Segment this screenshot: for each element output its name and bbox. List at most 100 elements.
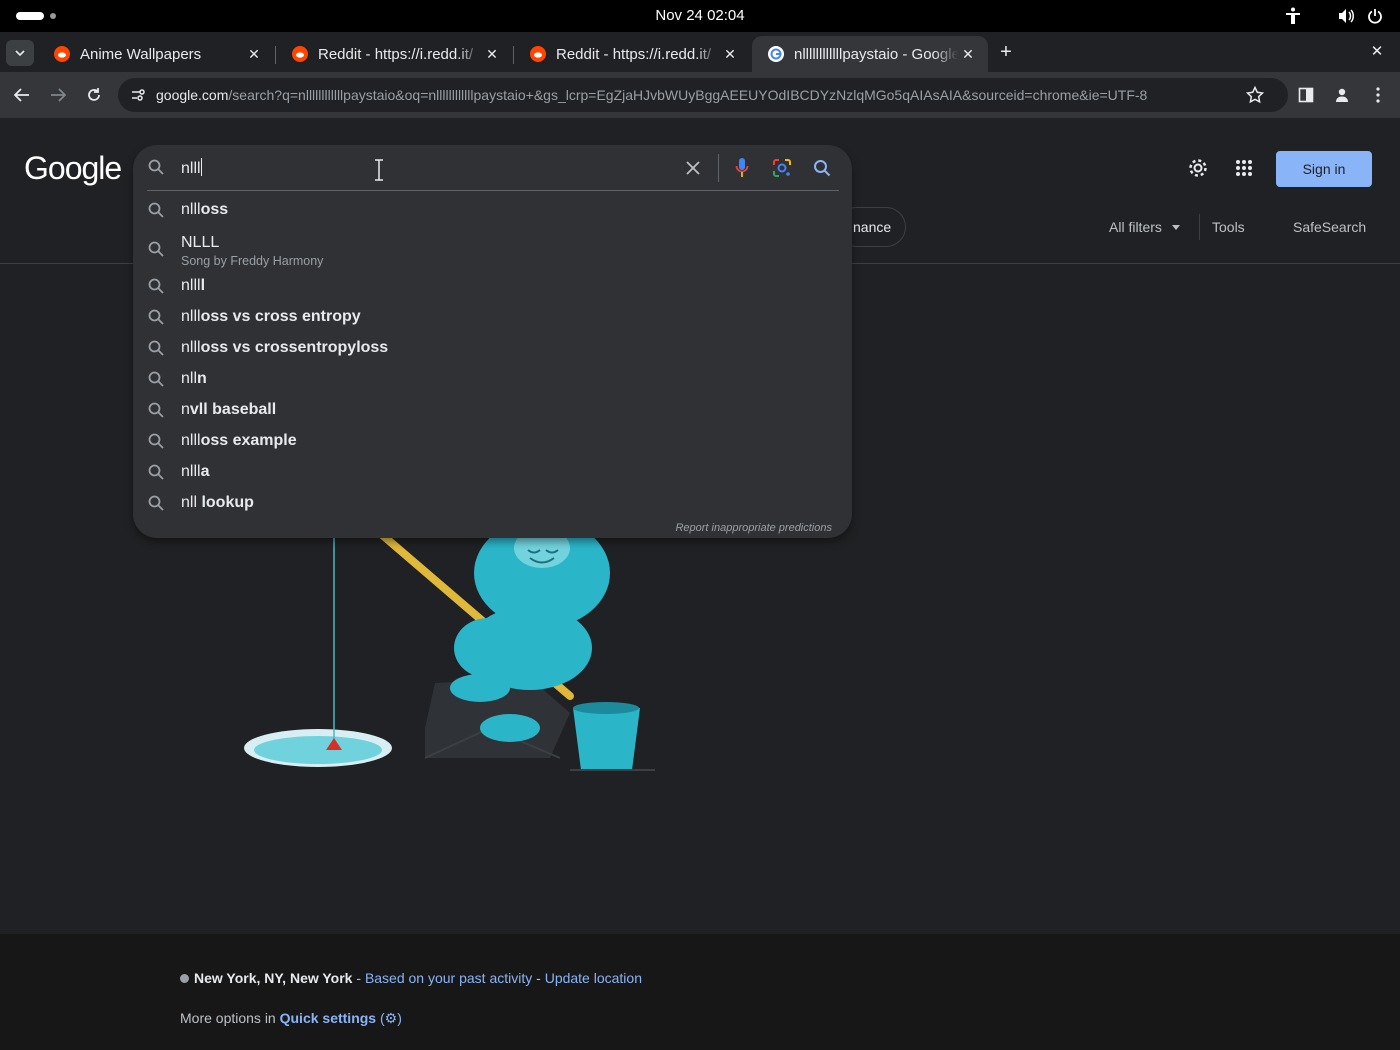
settings-gear-icon[interactable] <box>1186 156 1210 180</box>
suggestion-item[interactable]: NLLL Song by Freddy Harmony <box>133 233 852 273</box>
suggestion-item[interactable]: nlln <box>133 363 852 394</box>
search-icon <box>148 241 164 257</box>
location-dot-icon <box>180 974 189 983</box>
sign-in-button[interactable]: Sign in <box>1276 151 1372 187</box>
person-icon <box>1336 88 1348 102</box>
page-footer: New York, NY, New York - Based on your p… <box>0 934 1400 1050</box>
side-panel-icon <box>1298 87 1314 103</box>
reload-icon <box>88 88 100 101</box>
search-icon <box>148 402 164 418</box>
reddit-icon <box>54 46 70 62</box>
search-autocomplete: nlll nllloss NLLL Song by Freddy Harmony nl… <box>133 145 852 538</box>
search-input[interactable]: nlll <box>181 158 202 178</box>
search-icon <box>148 159 164 180</box>
suggestion-text: nllloss <box>181 201 229 218</box>
back-button[interactable] <box>9 82 35 108</box>
power-icon[interactable] <box>1365 6 1385 26</box>
caret-down-icon <box>1171 225 1180 230</box>
safesearch-button[interactable]: SafeSearch <box>1293 219 1366 235</box>
suggestion-item[interactable]: nllll <box>133 270 852 301</box>
suggestion-text: nllloss vs cross entropy <box>181 308 361 325</box>
arrow-right-icon <box>51 88 66 102</box>
google-icon <box>768 46 784 62</box>
address-bar[interactable]: google.com/search?q=nllllllllllllpaystai… <box>118 78 1288 112</box>
text-cursor-icon <box>373 159 385 186</box>
suggestion-item[interactable]: nll lookup <box>133 487 852 518</box>
close-tab-icon[interactable]: ✕ <box>482 46 502 63</box>
profile-button[interactable] <box>1329 82 1355 108</box>
tab-title: Anime Wallpapers <box>80 45 202 63</box>
close-tab-icon[interactable]: ✕ <box>244 46 264 63</box>
tools-button[interactable]: Tools <box>1212 219 1245 235</box>
menu-button[interactable] <box>1365 82 1391 108</box>
quick-settings-gear-icon[interactable]: ⚙ <box>385 1010 398 1026</box>
more-options-line: More options in Quick settings (⚙) <box>180 1010 402 1026</box>
accessibility-icon[interactable] <box>1283 6 1303 26</box>
reddit-icon <box>292 46 308 62</box>
suggestion-text: nllla <box>181 463 210 480</box>
arrow-left-icon <box>14 88 29 102</box>
search-icon <box>148 495 164 511</box>
search-icon <box>148 464 164 480</box>
bookmark-star-icon[interactable] <box>1245 85 1265 109</box>
suggestion-text: nllloss vs crossentropyloss <box>181 339 389 356</box>
forward-button[interactable] <box>45 82 71 108</box>
apps-grid-icon[interactable] <box>1232 156 1256 180</box>
suggestion-item[interactable]: nvll baseball <box>133 394 852 425</box>
chevron-down-icon <box>15 50 25 56</box>
all-filters-button[interactable]: All filters <box>1109 219 1180 235</box>
search-icon <box>148 202 164 218</box>
tab-title: nllllllllllllpaystaio - Google Search <box>794 45 958 63</box>
tab-strip: Anime Wallpapers ✕ Reddit - https://i.re… <box>0 32 1400 72</box>
url-text: google.com/search?q=nllllllllllllpaystai… <box>156 87 1148 103</box>
system-top-bar: Nov 24 02:04 <box>0 0 1400 32</box>
search-icon <box>148 309 164 325</box>
suggestion-text: nllloss example <box>181 432 297 449</box>
tab-anime-wallpapers[interactable]: Anime Wallpapers ✕ <box>38 36 274 72</box>
quick-settings-link[interactable]: Quick settings <box>280 1010 376 1026</box>
tab-reddit-2[interactable]: Reddit - https://i.redd.it/ ✕ <box>514 36 750 72</box>
location-line: New York, NY, New York - Based on your p… <box>180 970 642 986</box>
location-text: New York, NY, New York <box>194 970 353 986</box>
tab-title: Reddit - https://i.redd.it/ <box>556 45 712 63</box>
suggestion-item[interactable]: nllloss example <box>133 425 852 456</box>
suggestion-text: nvll baseball <box>181 401 277 418</box>
search-icon <box>148 371 164 387</box>
reload-button[interactable] <box>81 82 107 108</box>
search-submit-icon[interactable] <box>813 159 831 182</box>
side-panel-button[interactable] <box>1293 82 1319 108</box>
new-tab-button[interactable]: + <box>994 40 1018 64</box>
suggestion-item[interactable]: nllloss vs crossentropyloss <box>133 332 852 363</box>
close-tab-icon[interactable]: ✕ <box>720 46 740 63</box>
window-close-icon[interactable]: ✕ <box>1366 40 1388 62</box>
tab-reddit-1[interactable]: Reddit - https://i.redd.it/ ✕ <box>276 36 512 72</box>
volume-icon[interactable] <box>1337 6 1357 26</box>
browser-toolbar: google.com/search?q=nllllllllllllpaystai… <box>0 72 1400 118</box>
suggestion-text: nllll <box>181 277 206 294</box>
close-tab-icon[interactable]: ✕ <box>958 46 978 63</box>
tab-google-search[interactable]: nllllllllllllpaystaio - Google Search ✕ <box>752 36 988 72</box>
reddit-icon <box>530 46 546 62</box>
search-icon <box>148 340 164 356</box>
suggestion-text: nlln <box>181 370 207 387</box>
suggestion-text: NLLL <box>181 234 220 251</box>
google-lens-icon[interactable] <box>772 158 792 183</box>
update-location-link[interactable]: Update location <box>545 970 642 986</box>
past-activity-link[interactable]: Based on your past activity <box>365 970 532 986</box>
google-logo[interactable]: Google <box>24 150 122 187</box>
search-box[interactable]: nlll <box>133 145 852 191</box>
site-info-icon[interactable] <box>130 87 146 108</box>
suggestion-item[interactable]: nllloss <box>133 194 852 225</box>
suggestion-text: nll lookup <box>181 494 254 511</box>
system-clock[interactable]: Nov 24 02:04 <box>0 7 1400 24</box>
clear-search-icon[interactable] <box>685 160 701 181</box>
suggestion-item[interactable]: nllloss vs cross entropy <box>133 301 852 332</box>
report-predictions-link[interactable]: Report inappropriate predictions <box>675 522 832 534</box>
search-icon <box>148 278 164 294</box>
voice-search-mic-icon[interactable] <box>735 157 749 184</box>
tab-search-button[interactable] <box>6 40 34 66</box>
fishing-monster-illustration <box>244 528 655 771</box>
suggestion-item[interactable]: nllla <box>133 456 852 487</box>
kebab-menu-icon <box>1376 87 1380 103</box>
suggestion-subtitle: Song by Freddy Harmony <box>181 254 324 268</box>
